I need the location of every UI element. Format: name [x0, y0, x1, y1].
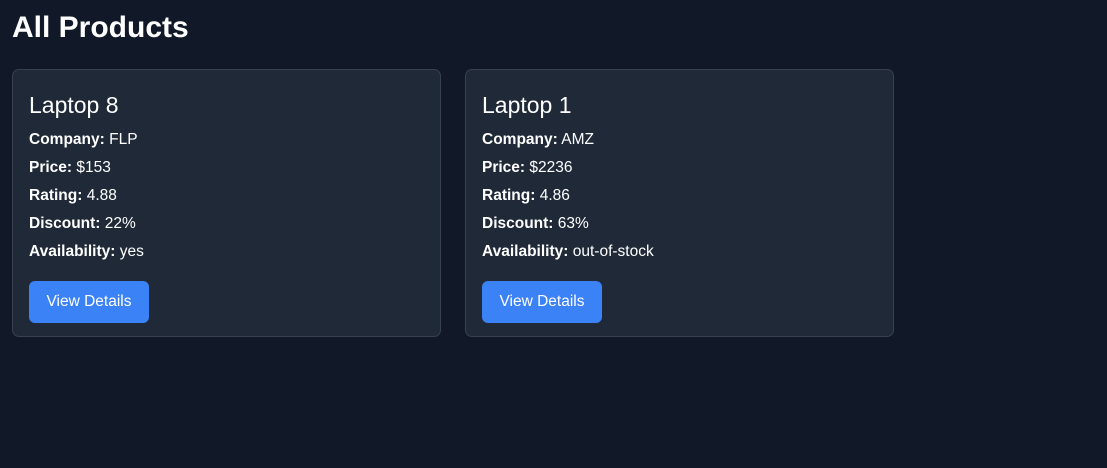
rating-value: 4.86	[539, 187, 570, 204]
view-details-button[interactable]: View Details	[482, 281, 602, 323]
product-name: Laptop 1	[482, 92, 572, 118]
product-price: Price: $2236	[482, 154, 877, 182]
product-name: Laptop 8	[29, 92, 119, 118]
discount-label: Discount:	[482, 215, 554, 232]
price-label: Price:	[482, 159, 526, 176]
product-card: Laptop 8 Company: FLP Price: $153 Rating…	[12, 69, 441, 337]
availability-value: yes	[119, 243, 144, 260]
rating-label: Rating:	[482, 187, 536, 204]
product-rating: Rating: 4.88	[29, 182, 424, 210]
company-label: Company:	[482, 131, 558, 148]
availability-label: Availability:	[482, 243, 569, 260]
price-value: $153	[76, 159, 111, 176]
rating-label: Rating:	[29, 187, 83, 204]
page-title: All Products	[12, 11, 189, 44]
discount-label: Discount:	[29, 215, 101, 232]
discount-value: 63%	[557, 215, 589, 232]
discount-value: 22%	[104, 215, 136, 232]
rating-value: 4.88	[86, 187, 117, 204]
availability-value: out-of-stock	[572, 243, 654, 260]
view-details-button[interactable]: View Details	[29, 281, 149, 323]
product-discount: Discount: 22%	[29, 210, 424, 238]
price-label: Price:	[29, 159, 73, 176]
product-list: Laptop 8 Company: FLP Price: $153 Rating…	[12, 69, 894, 337]
company-value: AMZ	[561, 131, 594, 148]
product-rating: Rating: 4.86	[482, 182, 877, 210]
product-company: Company: AMZ	[482, 126, 877, 154]
product-price: Price: $153	[29, 154, 424, 182]
product-availability: Availability: yes	[29, 238, 424, 266]
product-discount: Discount: 63%	[482, 210, 877, 238]
product-availability: Availability: out-of-stock	[482, 238, 877, 266]
company-value: FLP	[109, 131, 138, 148]
availability-label: Availability:	[29, 243, 116, 260]
company-label: Company:	[29, 131, 105, 148]
product-card: Laptop 1 Company: AMZ Price: $2236 Ratin…	[465, 69, 894, 337]
price-value: $2236	[529, 159, 573, 176]
product-company: Company: FLP	[29, 126, 424, 154]
